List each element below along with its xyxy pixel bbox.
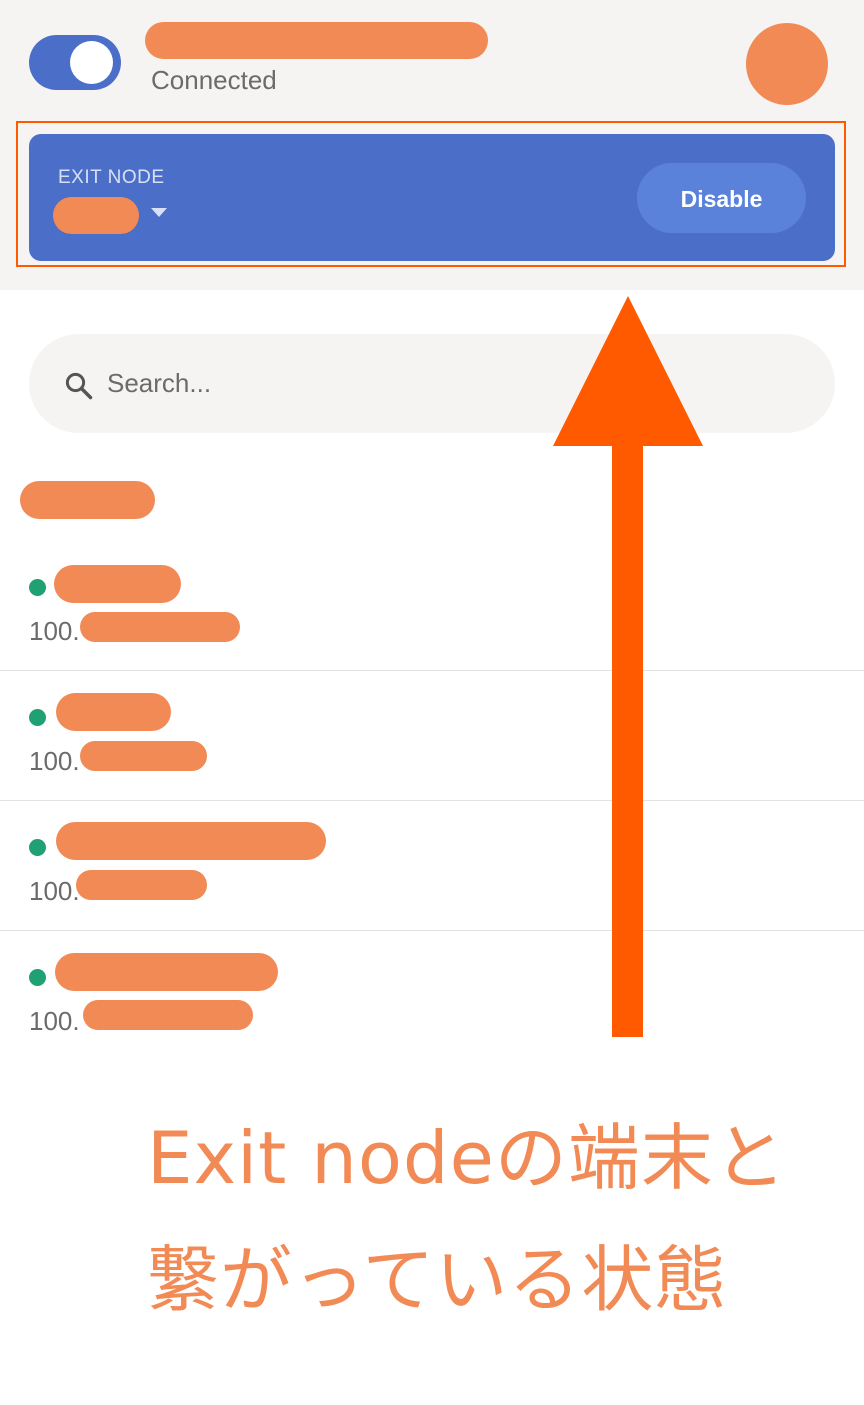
redacted-device-name (56, 822, 326, 860)
header: Connected EXIT NODE Disable (0, 0, 864, 290)
device-row[interactable]: 100. (0, 931, 864, 1061)
device-ip: 100. (29, 1006, 80, 1036)
chevron-down-icon[interactable] (151, 208, 167, 217)
annotation-arrow-shaft (612, 440, 643, 1037)
device-ip: 100. (29, 746, 80, 776)
annotation-text-line-2: 繋がっている状態 (147, 1238, 728, 1322)
online-status-dot (29, 839, 46, 856)
search-icon (65, 372, 93, 400)
annotation-text-line-1: Exit nodeの端末と (147, 1116, 787, 1200)
disable-button[interactable]: Disable (637, 163, 806, 233)
connection-status: Connected (151, 65, 277, 95)
redacted-device-name (54, 565, 181, 603)
device-row[interactable]: 100. (0, 801, 864, 931)
device-ip: 100. (29, 616, 80, 646)
exit-node-panel: EXIT NODE Disable (29, 134, 835, 261)
redacted-ip (80, 612, 240, 642)
online-status-dot (29, 969, 46, 986)
redacted-account-name (145, 22, 488, 59)
online-status-dot (29, 709, 46, 726)
redacted-exit-node-name[interactable] (53, 197, 139, 234)
vpn-toggle[interactable] (29, 35, 121, 90)
redacted-device-name (55, 953, 278, 991)
online-status-dot (29, 579, 46, 596)
exit-node-label: EXIT NODE (58, 167, 165, 188)
avatar[interactable] (746, 23, 828, 105)
redacted-section-header (20, 481, 155, 519)
search-bar[interactable] (29, 334, 835, 433)
device-row[interactable]: 100. (0, 671, 864, 801)
redacted-ip (76, 870, 207, 900)
annotation-arrow-head (553, 296, 703, 446)
device-row[interactable]: 100. (0, 541, 864, 671)
device-ip: 100. (29, 876, 80, 906)
toggle-knob (70, 41, 113, 84)
redacted-ip (83, 1000, 253, 1030)
redacted-device-name (56, 693, 171, 731)
redacted-ip (80, 741, 207, 771)
